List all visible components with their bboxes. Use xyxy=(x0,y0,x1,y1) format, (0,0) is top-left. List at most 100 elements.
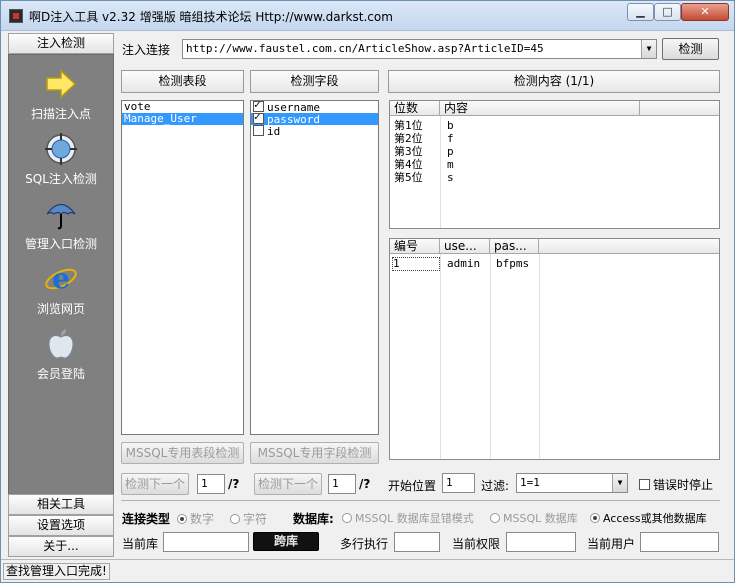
sidebar-item-label: 会员登陆 xyxy=(36,367,85,381)
sidebar-panel: 扫描注入点 SQL注入检测 管理入口检测 e 浏览网页 会员登陆 xyxy=(8,54,114,526)
grid-header-empty xyxy=(640,101,719,116)
minimize-button[interactable]: ▁ xyxy=(627,3,654,21)
grid-cell[interactable]: 1 xyxy=(392,257,440,271)
grid-cell: 第4位 xyxy=(394,158,423,171)
globe-target-icon xyxy=(45,133,77,165)
checkbox-box[interactable] xyxy=(639,479,650,490)
sidebar-tab-injection-detect[interactable]: 注入检测 xyxy=(8,33,114,54)
sidebar: 注入检测 扫描注入点 SQL注入检测 管理入口检测 e 浏览网页 会员登陆 相关… xyxy=(8,33,114,558)
url-value: http://www.faustel.com.cn/ArticleShow.as… xyxy=(186,42,544,55)
list-item[interactable]: username xyxy=(251,99,378,114)
result-grid[interactable]: 编号 use... pas... 1 admin bfpms xyxy=(389,238,720,460)
grid-cell: s xyxy=(447,171,454,184)
sidebar-item-scan[interactable]: 扫描注入点 xyxy=(9,67,113,122)
mssql-field-detect-button[interactable]: MSSQL专用字段检测 xyxy=(250,442,379,464)
sidebar-item-label: SQL注入检测 xyxy=(25,172,97,186)
detect-button[interactable]: 检测 xyxy=(662,38,719,60)
tables-panel-header: 检测表段 xyxy=(121,70,244,93)
grid-cell: p xyxy=(447,145,454,158)
radio-mssql[interactable]: MSSQL 数据库 xyxy=(490,510,578,526)
start-position-label: 开始位置 xyxy=(388,479,437,493)
grid-header-position[interactable]: 位数 xyxy=(390,101,440,116)
grid-cell: 第3位 xyxy=(394,145,423,158)
svg-text:e: e xyxy=(52,262,70,295)
detect-next-table-button[interactable]: 检测下一个 xyxy=(121,473,189,495)
field-index-input[interactable]: 1 xyxy=(328,474,356,494)
sidebar-tab-tools[interactable]: 相关工具 xyxy=(8,494,114,515)
minimize-icon: ▁ xyxy=(636,5,645,18)
detect-next-field-button[interactable]: 检测下一个 xyxy=(254,473,322,495)
app-icon xyxy=(9,9,23,23)
grid-cell: b xyxy=(447,119,454,132)
fields-list[interactable]: username password id xyxy=(250,99,379,435)
filter-dropdown-icon[interactable]: ▼ xyxy=(612,474,627,492)
sidebar-item-label: 扫描注入点 xyxy=(30,107,91,121)
sidebar-item-label: 管理入口检测 xyxy=(24,237,97,251)
grid-header-password[interactable]: pas... xyxy=(490,239,539,254)
apple-icon xyxy=(48,329,74,359)
sidebar-tab-about[interactable]: 关于... xyxy=(8,536,114,557)
close-button[interactable]: ✕ xyxy=(681,3,729,21)
url-label: 注入连接 xyxy=(122,43,171,57)
list-item[interactable]: Manage_User xyxy=(122,113,243,125)
privilege-input[interactable] xyxy=(506,532,576,552)
arrow-right-icon xyxy=(46,69,77,99)
radio-dot[interactable] xyxy=(342,513,352,523)
field-checkbox[interactable] xyxy=(253,111,264,124)
grid-header-empty xyxy=(539,239,719,254)
mssql-table-detect-button[interactable]: MSSQL专用表段检测 xyxy=(121,442,244,464)
radio-dot[interactable] xyxy=(177,514,187,524)
list-item[interactable]: id xyxy=(251,125,378,138)
list-item[interactable]: password xyxy=(251,111,378,126)
field-name: id xyxy=(267,125,281,138)
grid-header-id[interactable]: 编号 xyxy=(390,239,440,254)
sidebar-item-sql-detect[interactable]: SQL注入检测 xyxy=(9,132,113,187)
radio-char[interactable]: 字符 xyxy=(230,510,267,527)
sidebar-item-browse[interactable]: e 浏览网页 xyxy=(9,262,113,317)
sidebar-tab-settings[interactable]: 设置选项 xyxy=(8,515,114,536)
grid-cell: 第1位 xyxy=(394,119,423,132)
current-user-label: 当前用户 xyxy=(587,537,636,551)
radio-dot[interactable] xyxy=(490,513,500,523)
close-icon: ✕ xyxy=(700,5,710,18)
radio-access[interactable]: Access或其他数据库 xyxy=(590,510,707,526)
filter-combo[interactable]: 1=1 ▼ xyxy=(516,473,628,493)
current-db-input[interactable] xyxy=(163,532,249,552)
checkbox-label: 错误时停止 xyxy=(653,478,714,492)
title-bar[interactable]: 啊D注入工具 v2.32 增强版 暗组技术论坛 Http://www.darks… xyxy=(1,1,734,31)
grid-cell: 第2位 xyxy=(394,132,423,145)
start-position-input[interactable]: 1 xyxy=(442,473,475,493)
stop-on-error-checkbox[interactable]: 错误时停止 xyxy=(639,476,713,493)
status-text: 查找管理入口完成! xyxy=(3,563,110,580)
url-input[interactable]: http://www.faustel.com.cn/ArticleShow.as… xyxy=(182,39,657,59)
radio-dot[interactable] xyxy=(590,513,600,523)
grid-header-content[interactable]: 内容 xyxy=(440,101,640,116)
database-label: 数据库: xyxy=(293,512,334,526)
table-index-input[interactable]: 1 xyxy=(197,474,225,494)
content-panel-header: 检测内容 (1/1) xyxy=(388,70,720,93)
sidebar-item-member-login[interactable]: 会员登陆 xyxy=(9,327,113,382)
status-bar: 查找管理入口完成! xyxy=(1,559,734,582)
url-dropdown-icon[interactable]: ▼ xyxy=(641,40,656,58)
privilege-label: 当前权限 xyxy=(452,537,501,551)
maximize-icon: □ xyxy=(662,5,673,18)
radio-mssql-error[interactable]: MSSQL 数据库显错模式 xyxy=(342,510,474,526)
field-checkbox[interactable] xyxy=(253,125,264,136)
maximize-button[interactable]: □ xyxy=(654,3,681,21)
sidebar-item-admin-entry[interactable]: 管理入口检测 xyxy=(9,197,113,252)
radio-dot[interactable] xyxy=(230,514,240,524)
multi-exec-input[interactable] xyxy=(394,532,440,552)
position-grid[interactable]: 位数 内容 第1位 b 第2位 f 第3位 p 第4位 m 第5位 s xyxy=(389,100,720,229)
radio-number[interactable]: 数字 xyxy=(177,510,214,527)
grid-cell: f xyxy=(447,132,454,145)
grid-header-username[interactable]: use... xyxy=(440,239,490,254)
tables-list[interactable]: vote Manage_User xyxy=(121,100,244,435)
app-window: 啊D注入工具 v2.32 增强版 暗组技术论坛 Http://www.darks… xyxy=(0,0,735,583)
fields-panel-header: 检测字段 xyxy=(250,70,379,93)
ie-icon: e xyxy=(45,262,77,295)
current-user-input[interactable] xyxy=(640,532,719,552)
field-total-label: /? xyxy=(359,477,371,491)
grid-cell: admin xyxy=(447,257,481,270)
connection-type-label: 连接类型 xyxy=(122,512,171,526)
cross-db-button[interactable]: 跨库 xyxy=(253,532,319,551)
